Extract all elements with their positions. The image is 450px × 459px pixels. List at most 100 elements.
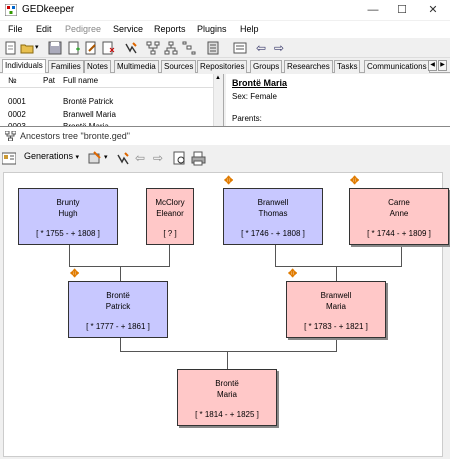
tab-individuals[interactable]: Individuals [2,59,46,73]
connector-line [401,245,402,267]
column-full-name[interactable]: Full name [63,76,98,85]
edit-record-icon[interactable] [84,41,98,55]
tab-scroll-left-icon[interactable]: ◀ [428,60,437,71]
tab-scroll-right-icon[interactable]: ▶ [438,60,447,71]
connector-line [169,245,170,267]
forward-arrow-icon[interactable]: ⇨ [274,41,284,55]
person-dates: [ * 1744 - + 1809 ] [367,229,431,238]
generations-label: Generations [24,151,74,161]
tab-groups[interactable]: Groups [250,60,283,73]
person-box-carne-anne[interactable]: Carne Anne [ * 1744 - + 1809 ] [349,188,449,245]
expand-parents-icon[interactable]: ✥ [224,176,234,187]
filter-icon[interactable] [117,152,131,165]
list-view-icon[interactable] [233,41,247,55]
pedigree-icon[interactable] [206,41,220,55]
menu-edit[interactable]: Edit [36,24,52,34]
add-record-icon[interactable] [67,41,81,55]
tree-ancestors-icon[interactable] [146,41,160,55]
tab-sources[interactable]: Sources [161,60,197,73]
connector-line [275,266,402,267]
column-number[interactable]: № [8,76,17,85]
tree-mode-icon[interactable] [88,151,104,165]
scroll-up-icon[interactable]: ▲ [215,75,221,81]
tree-descendants-icon[interactable] [164,41,178,55]
expand-parents-icon[interactable]: ✥ [350,176,360,187]
column-patriarch[interactable]: Pat [43,76,55,85]
dropdown-arrow-icon[interactable]: ▾ [35,43,39,51]
individuals-list[interactable]: № Pat Full name 0001 Brontë Patrick 0002… [0,74,224,131]
row-name: Branwell Maria [63,110,116,119]
person-dates: [ * 1746 - + 1808 ] [241,229,305,238]
ancestors-tree-window: Ancestors tree "bronte.ged" Generations … [0,126,450,459]
tree-window-title: Ancestors tree "bronte.ged" [20,131,130,141]
save-icon[interactable] [48,41,62,55]
menu-pedigree[interactable]: Pedigree [65,24,101,34]
person-box-bronte-maria[interactable]: Brontë Maria [ * 1814 - + 1825 ] [177,369,277,426]
menu-bar: File Edit Pedigree Service Reports Plugi… [0,21,450,38]
child-title-bar: Ancestors tree "bronte.ged" [0,127,450,145]
print-preview-icon[interactable] [173,151,187,166]
tree-both-icon[interactable] [182,41,196,55]
detail-person-name[interactable]: Brontë Maria [232,78,287,88]
tab-repositories[interactable]: Repositories [197,60,248,73]
tab-tasks[interactable]: Tasks [334,60,361,73]
tab-multimedia[interactable]: Multimedia [114,60,159,73]
person-box-branwell-maria[interactable]: Branwell Maria [ * 1783 - + 1821 ] [286,281,386,338]
title-bar: GEDkeeper — ☐ ✕ [0,0,450,20]
person-dates: [ * 1814 - + 1825 ] [195,410,259,419]
expand-parents-icon[interactable]: ✥ [70,269,80,280]
detail-parents: Parents: [232,114,262,123]
connector-line [69,245,70,267]
menu-file[interactable]: File [8,24,23,34]
open-folder-icon[interactable] [20,41,34,55]
person-given-name: Maria [325,302,346,311]
app-icon [5,4,17,16]
tab-families[interactable]: Families [48,60,84,73]
expand-parents-icon[interactable]: ✥ [288,269,298,280]
back-arrow-icon[interactable]: ⇦ [135,151,145,165]
tab-notes[interactable]: Notes [84,60,111,73]
detail-sex: Sex: Female [232,92,277,101]
connector-line [120,266,121,281]
chevron-down-icon: ▾ [75,154,80,161]
person-surname: Brontë [215,379,239,388]
tab-communications[interactable]: Communications [364,60,430,73]
tree-canvas[interactable]: Brunty Hugh [ * 1755 - + 1808 ] McClory … [3,172,449,457]
menu-service[interactable]: Service [113,24,143,34]
person-box-mcclory-eleanor[interactable]: McClory Eleanor [ ? ] [146,188,194,245]
delete-record-icon[interactable] [101,41,115,55]
list-scrollbar[interactable]: ▲ [213,74,223,126]
person-box-bronte-patrick[interactable]: Brontë Patrick [ * 1777 - + 1861 ] [68,281,168,338]
back-arrow-icon[interactable]: ⇦ [256,41,266,55]
menu-plugins[interactable]: Plugins [197,24,227,34]
printer-icon[interactable] [191,151,206,166]
person-box-branwell-thomas[interactable]: Branwell Thomas [ * 1746 - + 1808 ] [223,188,323,245]
person-box-brunty-hugh[interactable]: Brunty Hugh [ * 1755 - + 1808 ] [18,188,118,245]
tab-researches[interactable]: Researches [284,60,333,73]
window-title: GEDkeeper [22,4,75,15]
person-dates: [ ? ] [163,229,177,238]
person-given-name: Hugh [58,209,78,218]
minimize-icon[interactable]: — [358,0,388,20]
person-surname: Branwell [257,198,289,207]
tree-toolbar: Generations ▾ ▾ ⇦ ⇨ [0,147,450,169]
new-file-icon[interactable] [4,41,18,55]
tree-mode-dropdown-icon[interactable]: ▾ [104,153,108,161]
menu-reports[interactable]: Reports [154,24,186,34]
close-icon[interactable]: ✕ [418,0,448,20]
generations-button[interactable]: Generations ▾ [24,151,79,161]
menu-help[interactable]: Help [240,24,259,34]
filter-icon[interactable] [124,41,138,55]
records-tabs: Individuals Families Notes Multimedia So… [0,59,450,73]
tree-window-icon [5,131,16,141]
person-card-icon[interactable] [2,152,16,165]
connector-line [227,351,228,369]
person-dates: [ * 1783 - + 1821 ] [304,322,368,331]
list-header: № Pat Full name [0,74,214,88]
forward-arrow-icon[interactable]: ⇨ [153,151,163,165]
maximize-icon[interactable]: ☐ [387,0,417,20]
person-given-name: Thomas [258,209,288,218]
connector-line [275,245,276,267]
main-window: GEDkeeper — ☐ ✕ File Edit Pedigree Servi… [0,0,450,459]
connector-line [336,266,337,281]
